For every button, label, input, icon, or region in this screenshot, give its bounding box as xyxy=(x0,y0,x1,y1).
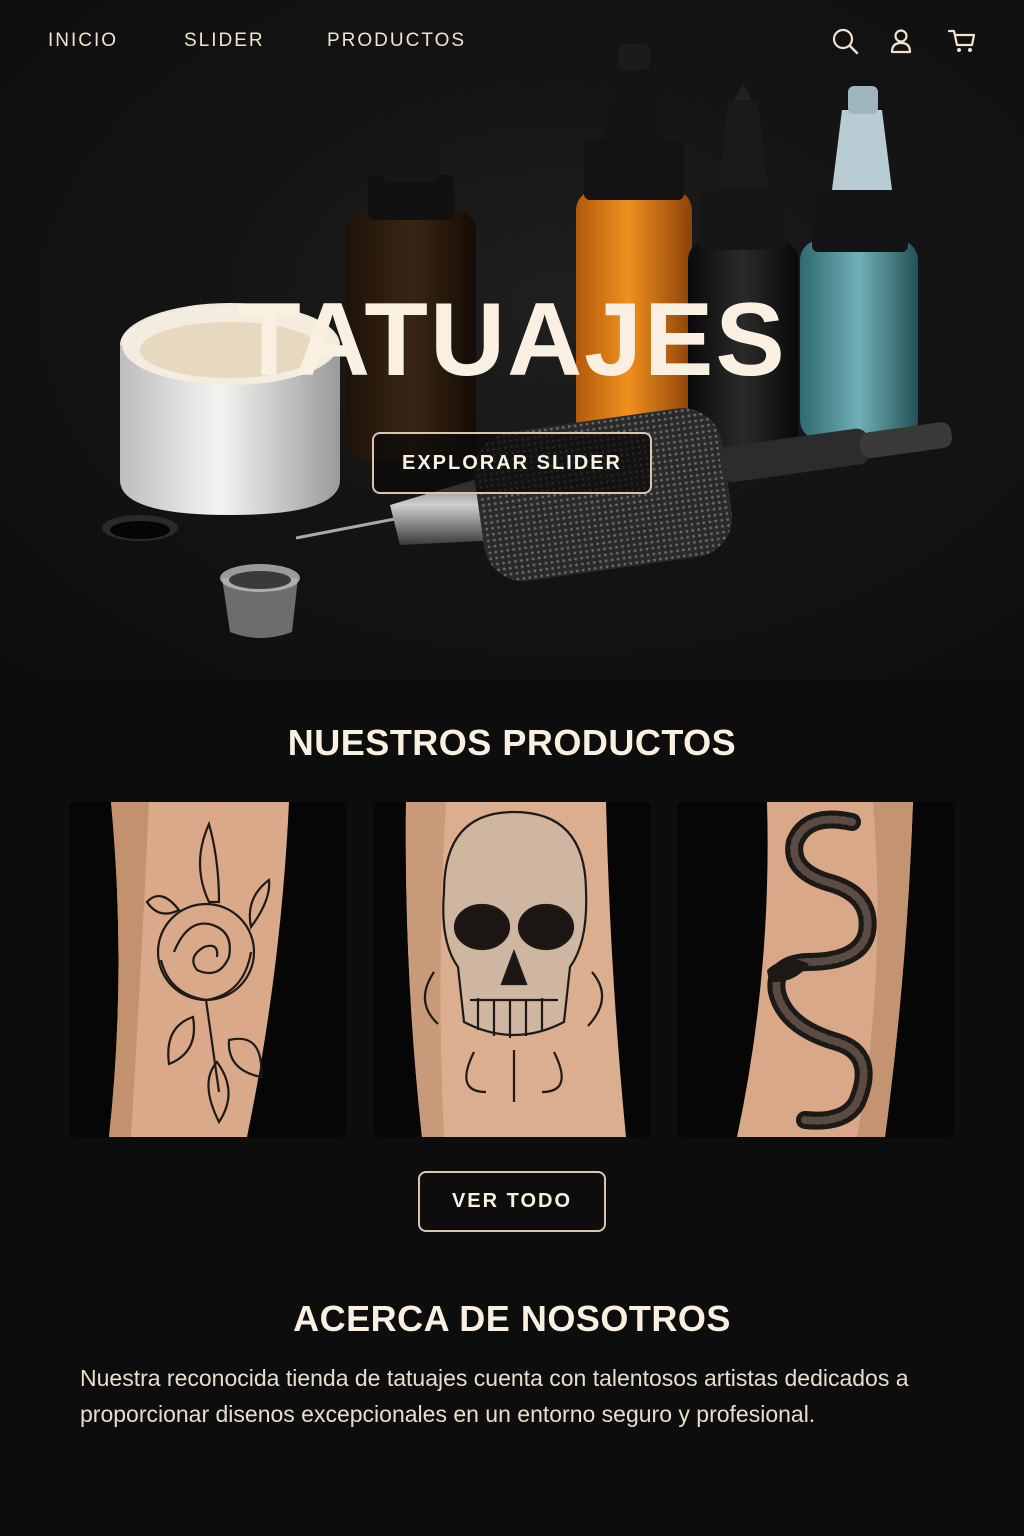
search-icon[interactable] xyxy=(830,26,860,56)
explore-slider-button[interactable]: EXPLORAR SLIDER xyxy=(372,432,652,494)
about-text: Nuestra reconocida tienda de tatuajes cu… xyxy=(80,1365,909,1427)
hero-title: TATUAJES xyxy=(237,282,787,398)
nav-link-inicio[interactable]: INICIO xyxy=(48,30,118,52)
nav-link-productos[interactable]: PRODUCTOS xyxy=(327,30,466,52)
about-title: ACERCA DE NOSOTROS xyxy=(293,1298,731,1339)
product-card-skull[interactable] xyxy=(374,802,651,1137)
nav-link-slider[interactable]: SLIDER xyxy=(184,30,265,52)
view-all-button[interactable]: VER TODO xyxy=(418,1171,606,1232)
hero-section: INICIO SLIDER PRODUCTOS TATUAJES EXPLORA… xyxy=(0,0,1024,680)
product-card-rose[interactable] xyxy=(69,802,346,1137)
user-icon[interactable] xyxy=(887,26,917,56)
rose-tattoo-image xyxy=(109,802,289,1137)
product-card-snake[interactable] xyxy=(677,802,954,1137)
top-nav: INICIO SLIDER PRODUCTOS xyxy=(0,0,1024,84)
skull-tattoo-image xyxy=(405,802,626,1137)
cart-icon[interactable] xyxy=(947,26,977,56)
products-title: NUESTROS PRODUCTOS xyxy=(287,722,737,763)
snake-tattoo-image xyxy=(737,802,913,1137)
